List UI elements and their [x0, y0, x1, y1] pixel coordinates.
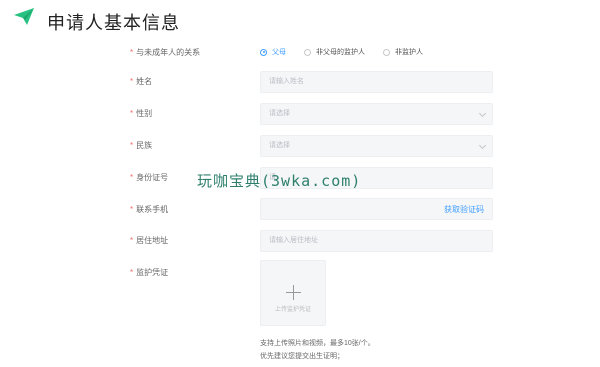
required-asterisk: * — [130, 48, 134, 57]
relation-option-non-guardian[interactable]: 非监护人 — [383, 47, 423, 57]
proof-label: * 监护凭证 — [130, 268, 169, 277]
phone-input[interactable]: 获取验证码 — [260, 198, 493, 220]
relation-label: * 与未成年人的关系 — [130, 48, 201, 57]
gender-label: * 性别 — [130, 109, 153, 118]
watermark: 玩咖宝典(3wka.com) — [197, 172, 362, 190]
chevron-down-icon — [478, 141, 487, 150]
relation-option-parents[interactable]: 父母 — [260, 47, 286, 57]
page-title: 申请人基本信息 — [47, 13, 180, 34]
upload-proof-button[interactable]: 上传监护凭证 — [260, 260, 326, 326]
name-input[interactable]: 请输入姓名 — [260, 71, 493, 93]
gender-select[interactable]: 请选择 — [260, 103, 493, 125]
ethnicity-select[interactable]: 请选择 — [260, 135, 493, 157]
upload-hint: 支持上传照片和视频，最多10张/个。 — [260, 340, 375, 347]
radio-selected-icon — [260, 48, 267, 56]
phone-label: * 联系手机 — [130, 205, 169, 214]
upload-label: 上传监护凭证 — [274, 307, 311, 313]
address-input[interactable]: 请输入居住地址 — [260, 230, 493, 252]
radio-icon — [383, 48, 390, 56]
ethnicity-label: * 民族 — [130, 141, 153, 150]
get-code-button[interactable]: 获取验证码 — [444, 199, 484, 221]
radio-icon — [304, 48, 311, 56]
chevron-down-icon — [478, 109, 487, 118]
relation-option-non-parent-guardian[interactable]: 非父母的监护人 — [304, 47, 365, 57]
name-label: * 姓名 — [130, 77, 153, 86]
address-label: * 居住地址 — [130, 236, 169, 245]
relation-radio-group: 父母 非父母的监护人 非监护人 — [260, 46, 441, 58]
paper-plane-logo-icon — [14, 8, 34, 25]
id-number-label: * 身份证号 — [130, 173, 169, 182]
upload-hint-secondary: 优先建议您提交出生证明； — [260, 353, 344, 360]
